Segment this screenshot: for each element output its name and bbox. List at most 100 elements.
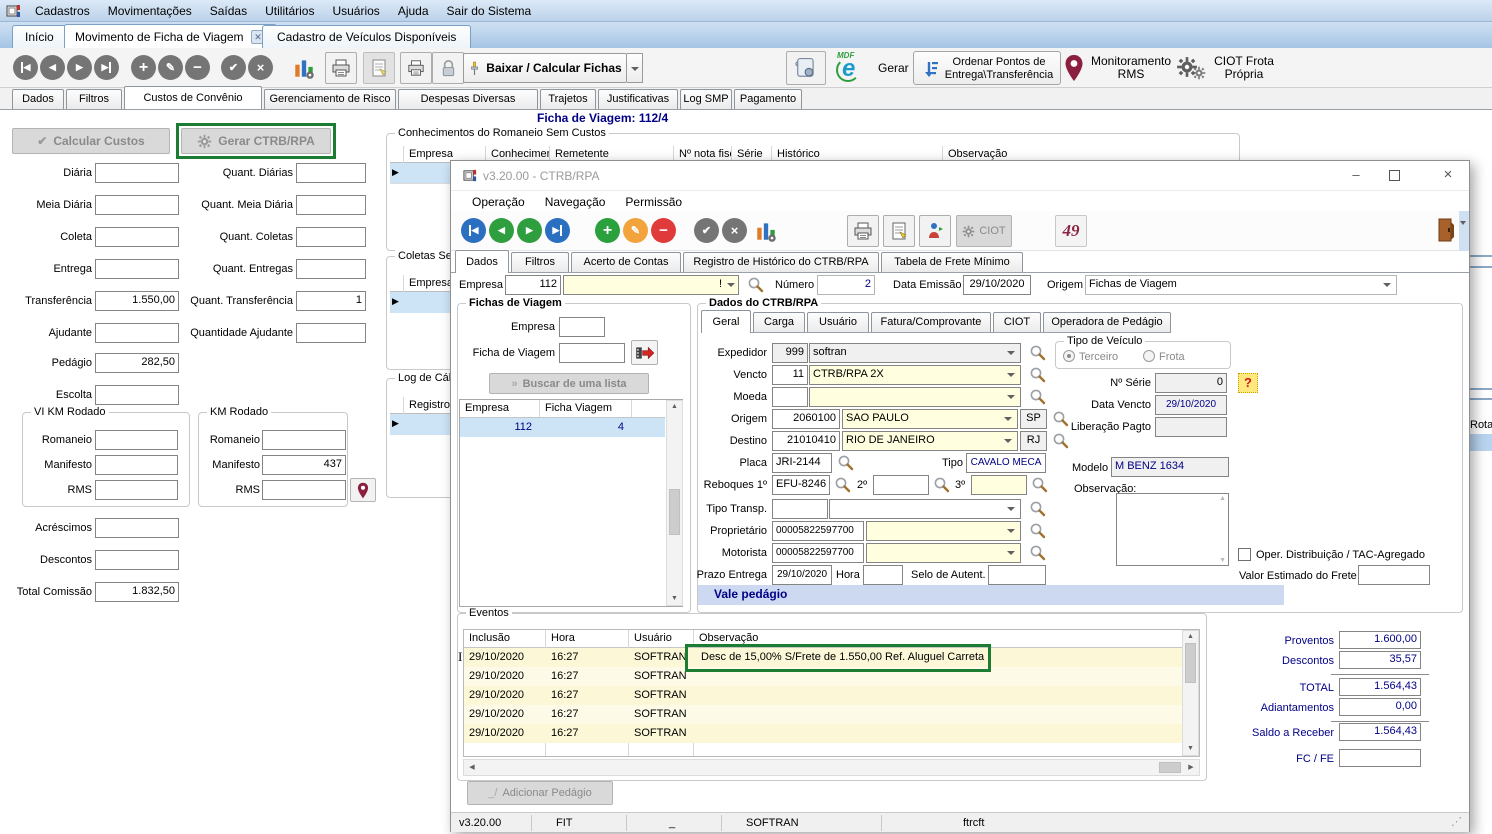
tab-ciot[interactable]: CIOT: [993, 312, 1041, 332]
gerar-ctrb-button[interactable]: Gerar CTRB/RPA: [181, 128, 331, 154]
ciot-frota-button[interactable]: CIOT Frota Própria: [1212, 55, 1276, 81]
motorista-combo[interactable]: [866, 543, 1021, 563]
dialog-title-bar[interactable]: v3.20.00 - CTRB/RPA – ×: [451, 161, 1469, 191]
chevron-down-icon[interactable]: [1383, 283, 1391, 287]
subtab-despesas-diversas[interactable]: Despesas Diversas: [398, 89, 538, 109]
subtab-filtros[interactable]: Filtros: [66, 89, 122, 109]
proventos-field[interactable]: 1.600,00: [1339, 631, 1421, 649]
dialog-tab-dados[interactable]: Dados: [455, 250, 509, 273]
menu-saidas[interactable]: Saídas: [201, 0, 256, 22]
reboque2-field[interactable]: [873, 475, 929, 495]
lock-button[interactable]: [432, 52, 464, 84]
num-serie-field[interactable]: 0: [1155, 373, 1227, 393]
chart-icon[interactable]: [754, 219, 778, 243]
report-config-button[interactable]: [363, 52, 395, 84]
descontos-field[interactable]: 35,57: [1339, 651, 1421, 669]
expedidor-code-field[interactable]: 999: [772, 343, 808, 363]
quant-meia-diaria-field[interactable]: [296, 195, 366, 215]
tab-cadastro-veiculos[interactable]: Cadastro de Veículos Disponíveis: [262, 25, 471, 48]
tab-usuario[interactable]: Usuário: [807, 312, 869, 332]
evento-row[interactable]: 29/10/2020 16:27 SOFTRAN: [464, 705, 1182, 724]
oper-distribuicao-checkbox[interactable]: [1238, 548, 1251, 561]
edit-record-button[interactable]: ✎: [623, 218, 648, 243]
total-comissao-field[interactable]: 1.832,50: [95, 582, 179, 602]
evento-row[interactable]: 29/10/2020 16:27 SOFTRAN: [464, 724, 1182, 743]
dialog-menu-navegacao[interactable]: Navegação: [536, 191, 615, 211]
fichas-col-ficha[interactable]: Ficha Viagem: [540, 400, 632, 418]
tab-inicio[interactable]: Início: [12, 25, 67, 48]
chevron-down-icon[interactable]: [1007, 507, 1015, 511]
menu-cadastros[interactable]: Cadastros: [26, 0, 99, 22]
tipo-transp-search-icon[interactable]: [1029, 500, 1046, 517]
origem-city-combo[interactable]: SAO PAULO: [842, 409, 1018, 429]
vikm-romaneio-field[interactable]: [95, 430, 178, 450]
chevron-down-icon[interactable]: [727, 283, 735, 287]
last-record-button[interactable]: ▶: [545, 218, 570, 243]
eventos-col-hora[interactable]: Hora: [546, 630, 629, 647]
confirm-button[interactable]: ✔: [694, 218, 719, 243]
adicionar-pedagio-button[interactable]: _/Adicionar Pedágio: [467, 781, 613, 805]
exit-door-icon[interactable]: [1437, 217, 1455, 243]
eventos-col-inclusao[interactable]: Inclusão: [464, 630, 546, 647]
document-button[interactable]: [883, 215, 915, 247]
expedidor-search-icon[interactable]: [1029, 344, 1046, 361]
chevron-down-icon[interactable]: [1007, 395, 1015, 399]
dialog-tab-registro-historico[interactable]: Registro de Histórico do CTRB/RPA: [683, 252, 879, 272]
vencto-code-field[interactable]: 11: [772, 365, 808, 385]
frota-radio[interactable]: [1143, 350, 1155, 362]
logo-49-icon[interactable]: 49: [1055, 215, 1087, 247]
acrescimos-field[interactable]: [95, 518, 179, 538]
reboque3-field[interactable]: [971, 475, 1027, 495]
reboque3-search-icon[interactable]: [1031, 476, 1048, 493]
quant-coletas-field[interactable]: [296, 227, 366, 247]
print-small-button[interactable]: [400, 52, 432, 84]
eventos-col-observacao[interactable]: Observação: [694, 630, 1182, 647]
chevron-down-icon[interactable]: [1004, 417, 1012, 421]
ficha-viagem-field[interactable]: [559, 343, 625, 363]
quantidade-ajudante-field[interactable]: [296, 323, 366, 343]
empresa-combo[interactable]: !: [563, 275, 739, 295]
moeda-search-icon[interactable]: [1029, 388, 1046, 405]
observacao-textarea[interactable]: ▲ ▼: [1116, 493, 1229, 566]
escolta-field[interactable]: [95, 385, 179, 405]
pedagio-field[interactable]: 282,50: [95, 353, 179, 373]
subtab-justificativas[interactable]: Justificativas: [598, 89, 678, 109]
tab-fatura[interactable]: Fatura/Comprovante: [871, 312, 991, 332]
menu-ajuda[interactable]: Ajuda: [389, 0, 438, 22]
origem-code-field[interactable]: 2060100: [772, 409, 840, 429]
origem-combo[interactable]: Fichas de Viagem: [1085, 275, 1397, 295]
last-record-button[interactable]: ▶: [94, 55, 119, 80]
scroll-down-icon[interactable]: ▼: [1219, 557, 1226, 564]
vencto-combo[interactable]: CTRB/RPA 2X: [809, 365, 1021, 385]
baixar-calcular-button[interactable]: Baixar / Calcular Fichas: [463, 53, 627, 83]
vencto-search-icon[interactable]: [1029, 366, 1046, 383]
chevron-down-icon[interactable]: [1007, 551, 1015, 555]
km-manifesto-field[interactable]: 437: [262, 455, 346, 475]
next-record-button[interactable]: ▶: [517, 218, 542, 243]
menu-sair[interactable]: Sair do Sistema: [438, 0, 541, 22]
close-icon[interactable]: ×: [1433, 165, 1463, 187]
prev-record-button[interactable]: ◀: [489, 218, 514, 243]
descontos-field[interactable]: [95, 550, 179, 570]
calcular-custos-button[interactable]: ✔Calcular Custos: [12, 128, 170, 154]
eventos-vscrollbar[interactable]: ▲▼: [1182, 630, 1199, 756]
chevron-down-icon[interactable]: [1007, 373, 1015, 377]
motorista-search-icon[interactable]: [1029, 544, 1046, 561]
placa-field[interactable]: JRI-2144: [772, 453, 832, 473]
cancel-button[interactable]: ×: [722, 218, 747, 243]
destino-search-icon[interactable]: [1052, 432, 1069, 449]
menu-usuarios[interactable]: Usuários: [323, 0, 388, 22]
next-record-button[interactable]: ▶: [67, 55, 92, 80]
total-field[interactable]: 1.564,43: [1339, 678, 1421, 696]
reboque1-field[interactable]: EFU-8246: [772, 475, 830, 495]
eventos-col-usuario[interactable]: Usuário: [629, 630, 694, 647]
mdfe-scroll-button[interactable]: [786, 51, 826, 85]
chevron-down-icon[interactable]: [1007, 529, 1015, 533]
reboque1-search-icon[interactable]: [834, 476, 851, 493]
empresa-field[interactable]: 112: [505, 275, 561, 295]
menu-movimentacoes[interactable]: Movimentações: [99, 0, 201, 22]
fichas-empresa-field[interactable]: [559, 317, 605, 337]
selo-field[interactable]: [988, 565, 1046, 585]
chevron-down-icon[interactable]: [1004, 439, 1012, 443]
expedidor-combo[interactable]: softran: [809, 343, 1021, 363]
